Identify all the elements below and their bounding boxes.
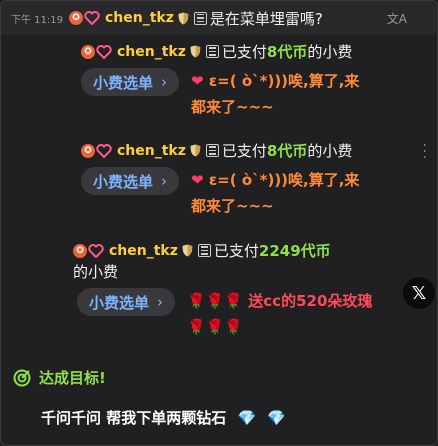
rose-icon: 🌹🌹🌹	[187, 318, 244, 336]
more-options-icon[interactable]: · · ·	[423, 139, 427, 165]
username[interactable]: chen_tkz	[117, 143, 186, 159]
goal-text: 千问千问 帮我下单两颗钻石 💎 💎	[41, 407, 286, 428]
document-icon	[197, 244, 211, 257]
chevron-right-icon: ›	[161, 73, 168, 91]
tip-menu-label: 小费选单	[89, 293, 150, 312]
rose-icon: 🌹🌹🌹	[187, 292, 244, 310]
document-icon	[193, 11, 207, 25]
gift-text: 送cc的520朵玫瑰	[248, 292, 373, 310]
tip-suffix: 的小费	[73, 263, 119, 281]
tip-prefix: 已支付	[221, 142, 267, 160]
gift-text: ε=( ò`*)))唉,算了,来都来了~~~	[191, 72, 360, 116]
diamond-icon: 💎	[267, 409, 287, 427]
document-icon	[205, 45, 219, 58]
level-badge-icon: ✪	[73, 243, 87, 258]
shield-icon	[178, 11, 190, 25]
heart-outline-icon	[95, 143, 113, 158]
username[interactable]: chen_tkz	[117, 44, 186, 60]
gift-text: ε=( ò`*)))唉,算了,来都来了~~~	[191, 171, 360, 215]
chevron-right-icon: ›	[161, 172, 168, 190]
tip-message: ✪ chen_tkz 已支付 2249代币的小费 小费选单 › 🌹🌹🌹 送cc的5…	[1, 240, 437, 340]
tip-message: ✪ chen_tkz 已支付 8代币 的小费 小费选单 › ❤ ε=( ò`*)))…	[1, 41, 437, 120]
message-text: 是在菜单埋雷嗎?	[209, 9, 323, 28]
chevron-right-icon: ›	[157, 293, 164, 311]
level-badge-icon: ✪	[81, 143, 95, 158]
shield-icon	[182, 244, 194, 258]
tip-gift: 🌹🌹🌹 送cc的520朵玫瑰 🌹🌹🌹	[187, 288, 387, 340]
message-time: 下午 11:19	[11, 14, 63, 26]
tip-gift: ❤ ε=( ò`*)))唉,算了,来都来了~~~	[191, 167, 371, 219]
heart-outline-icon	[87, 243, 105, 258]
level-badge-icon: ✪	[69, 11, 83, 25]
tip-message: ✪ chen_tkz 已支付 8代币 的小费 小费选单 › ❤ ε=( ò`*)))…	[1, 140, 437, 219]
tip-menu-label: 小费选单	[93, 73, 154, 92]
tip-menu-button[interactable]: 小费选单 ›	[81, 167, 180, 195]
tip-menu-button[interactable]: 小费选单 ›	[77, 288, 176, 316]
tip-menu-button[interactable]: 小费选单 ›	[81, 68, 180, 96]
heart-outline-icon	[83, 11, 101, 25]
tip-amount: 8代币	[266, 142, 308, 160]
chat-panel: 下午 11:19 ✪ chen_tkz 是在菜单埋雷嗎? 文A ✪ chen_t…	[0, 0, 438, 446]
goal-description: 千问千问 帮我下单两颗钻石	[41, 409, 227, 427]
username[interactable]: chen_tkz	[109, 243, 178, 259]
x-share-button[interactable]: 𝕏	[403, 277, 435, 309]
tip-prefix: 已支付	[221, 43, 267, 61]
username[interactable]: chen_tkz	[105, 10, 174, 26]
level-badge-icon: ✪	[81, 44, 95, 59]
chat-message: 下午 11:19 ✪ chen_tkz 是在菜单埋雷嗎? 文A	[1, 1, 437, 35]
goal-label: 达成目标!	[39, 369, 106, 387]
tip-suffix: 的小费	[307, 142, 353, 160]
tip-gift: ❤ ε=( ò`*)))唉,算了,来都来了~~~	[191, 68, 371, 120]
document-icon	[205, 144, 219, 157]
diamond-icon: 💎	[237, 409, 257, 427]
tip-amount: 8代币	[266, 43, 308, 61]
tip-menu-label: 小费选单	[93, 172, 154, 191]
heart-gift-icon: ❤	[191, 72, 204, 90]
tip-suffix: 的小费	[307, 43, 353, 61]
tip-prefix: 已支付	[213, 242, 259, 260]
shield-icon	[190, 144, 202, 158]
goal-banner: 达成目标!	[13, 367, 106, 388]
translate-icon[interactable]: 文A	[387, 10, 407, 27]
heart-gift-icon: ❤	[191, 171, 204, 189]
shield-icon	[190, 45, 202, 59]
tip-amount: 2249代币	[258, 242, 331, 260]
target-icon	[13, 369, 31, 386]
heart-outline-icon	[95, 44, 113, 59]
